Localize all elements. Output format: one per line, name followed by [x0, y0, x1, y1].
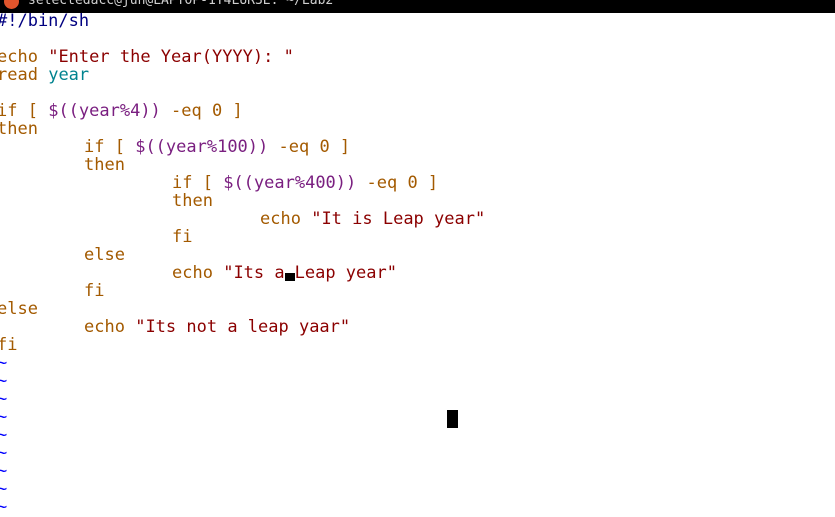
then-keyword: then	[84, 155, 125, 175]
not-leap-string: "Its not a leap yaar"	[135, 317, 351, 337]
code-line-16: fi	[0, 282, 485, 300]
test-operator: -eq 0 ]	[366, 173, 439, 193]
code-line-6: if [ $((year%4)) -eq 0 ]	[0, 102, 485, 120]
empty-line-tilde: ~	[0, 425, 8, 445]
prompt-string: "Enter the Year(YYYY): "	[48, 47, 294, 67]
code-line-1: #!/bin/sh	[0, 12, 485, 30]
code-line-11: then	[0, 192, 485, 210]
year-variable: year	[48, 65, 90, 85]
code-line-12: echo "It is Leap year"	[0, 210, 485, 228]
code-line-19: fi	[0, 336, 485, 354]
fi-keyword: fi	[84, 281, 105, 301]
fi-keyword: fi	[172, 227, 193, 247]
code-line-13: fi	[0, 228, 485, 246]
empty-line-tilde: ~	[0, 461, 8, 481]
empty-line-tilde: ~	[0, 479, 8, 499]
empty-line-tilde: ~	[0, 371, 8, 391]
code-line-18: echo "Its not a leap yaar"	[0, 318, 485, 336]
echo-keyword: echo	[84, 317, 125, 337]
code-line-3: echo "Enter the Year(YYYY): "	[0, 48, 485, 66]
empty-line-tilde: ~	[0, 407, 8, 427]
code-line-17: else	[0, 300, 485, 318]
if-keyword: if [	[172, 173, 213, 193]
empty-line-tilde: ~	[0, 497, 8, 517]
its-a-string-part: "Its a	[223, 263, 285, 283]
code-line-8: if [ $((year%100)) -eq 0 ]	[0, 138, 485, 156]
code-line-15: echo "Its a Leap year"	[0, 264, 485, 282]
leap-year-string-part: Leap year"	[294, 263, 397, 283]
if-keyword: if [	[0, 101, 38, 121]
echo-keyword: echo	[260, 209, 301, 229]
test-operator: -eq 0 ]	[278, 137, 351, 157]
window-title: selectedacc@jun@LAPTOP-1T4LUR3E: ~/Lab2	[28, 0, 334, 8]
code-line-4: read year	[0, 66, 485, 84]
else-keyword: else	[84, 245, 125, 265]
read-keyword: read	[0, 65, 38, 85]
empty-line-tilde: ~	[0, 443, 8, 463]
vim-editor[interactable]: #!/bin/sh echo "Enter the Year(YYYY): " …	[0, 12, 485, 516]
else-keyword: else	[0, 299, 38, 319]
arith-expression: $((year%4))	[48, 101, 161, 121]
code-line-10: if [ $((year%400)) -eq 0 ]	[0, 174, 485, 192]
leap-string: "It is Leap year"	[311, 209, 486, 229]
empty-line-tilde: ~	[0, 353, 8, 373]
shebang-comment: #!/bin/sh	[0, 11, 90, 31]
empty-line-tilde: ~	[0, 389, 8, 409]
echo-keyword: echo	[172, 263, 213, 283]
arith-expression: $((year%400))	[223, 173, 357, 193]
if-keyword: if [	[84, 137, 125, 157]
code-line-7: then	[0, 120, 485, 138]
code-line-9: then	[0, 156, 485, 174]
fi-keyword: fi	[0, 335, 18, 355]
echo-keyword: echo	[0, 47, 38, 67]
text-cursor	[284, 273, 295, 281]
terminal-app-icon	[4, 0, 19, 9]
then-keyword: then	[172, 191, 213, 211]
arith-expression: $((year%100))	[135, 137, 269, 157]
mouse-ibeam-cursor	[447, 410, 458, 428]
test-operator: -eq 0 ]	[171, 101, 243, 121]
code-line-14: else	[0, 246, 485, 264]
then-keyword: then	[0, 119, 38, 139]
